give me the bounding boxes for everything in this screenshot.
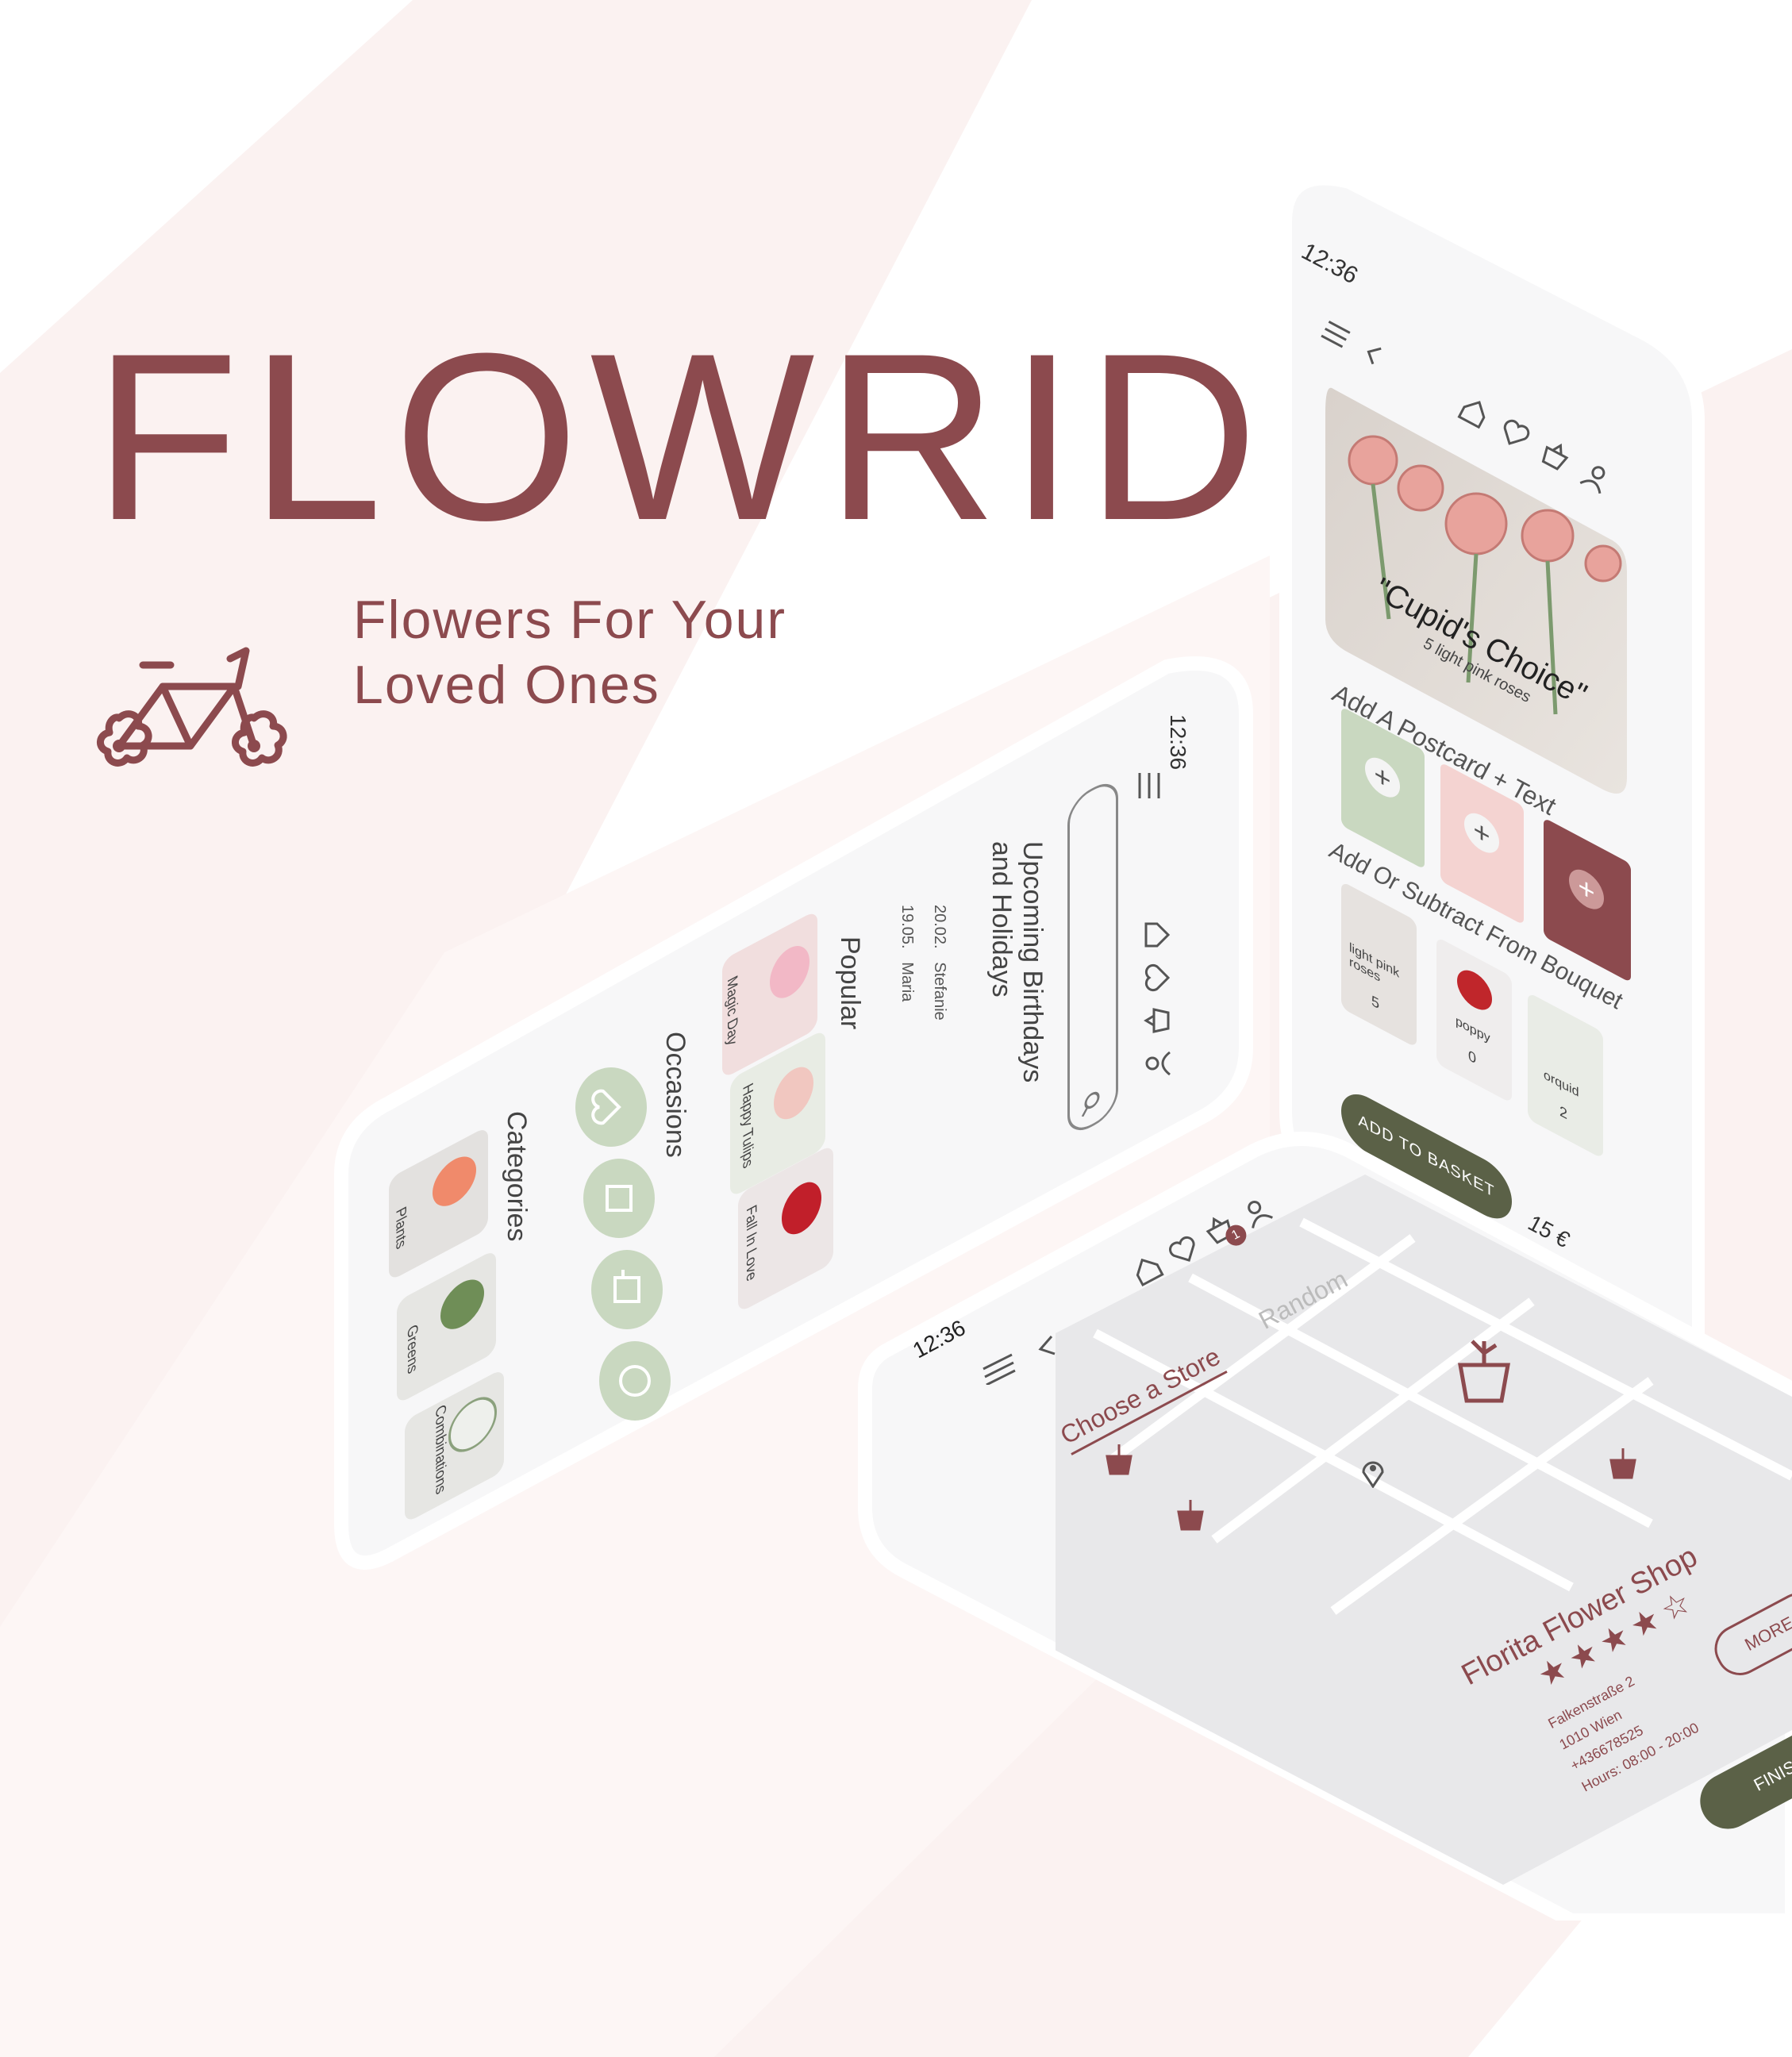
event-name: Maria — [898, 962, 916, 1002]
heart-icon — [591, 1089, 621, 1125]
store-marker-icon[interactable] — [1099, 1440, 1139, 1476]
baby-icon — [606, 1185, 633, 1212]
home-icon[interactable] — [1143, 921, 1171, 949]
popular-item-label: Magic Day — [725, 972, 741, 1049]
status-time: 12:36 — [1166, 714, 1190, 771]
user-icon[interactable] — [1143, 1049, 1171, 1078]
bouquet-item-label: light pink roses — [1349, 940, 1400, 986]
popular-heading: Popular — [835, 936, 865, 1030]
category-label: Greens — [405, 1321, 421, 1377]
brand-title: FLOWRIDE — [94, 303, 1440, 570]
tagline-line-1: Flowers For Your — [353, 590, 786, 650]
bouquet-item-label: orquid — [1544, 1067, 1579, 1101]
menu-icon[interactable] — [1135, 770, 1167, 802]
mid-icon-column — [1143, 921, 1171, 1078]
event-item[interactable]: 20.02. Stefanie — [930, 905, 948, 1021]
back-icon[interactable] — [1036, 1333, 1059, 1357]
plus-icon: + — [1569, 863, 1604, 917]
plus-icon: + — [1464, 805, 1499, 860]
store-marker-icon[interactable] — [1444, 1333, 1524, 1405]
occasion-apology-button[interactable] — [599, 1341, 671, 1421]
basket-icon[interactable] — [1143, 1006, 1171, 1035]
store-marker-icon[interactable] — [1171, 1496, 1210, 1532]
category-label: Combinations — [433, 1401, 449, 1498]
event-name: Stefanie — [931, 962, 948, 1021]
popular-item-label: Fall In Love — [744, 1202, 760, 1285]
menu-icon[interactable] — [980, 1353, 1020, 1385]
plus-icon: + — [1365, 750, 1400, 805]
events-list: 20.02. Stefanie 19.05. Maria — [898, 905, 948, 1021]
occasion-baby-button[interactable] — [583, 1159, 655, 1238]
cake-icon — [613, 1270, 640, 1303]
bouquet-item-count: 2 — [1559, 1102, 1568, 1123]
event-date: 20.02. — [931, 905, 948, 949]
search-icon — [1081, 1091, 1100, 1117]
phone-bottom — [858, 1132, 1792, 1921]
plant-image — [433, 1148, 476, 1215]
category-label: Plants — [393, 1203, 410, 1252]
upcoming-heading-line-1: Upcoming Birthdays — [1017, 841, 1048, 1083]
occasion-birthday-button[interactable] — [591, 1250, 663, 1329]
combination-image — [448, 1387, 497, 1462]
event-date: 19.05. — [898, 905, 916, 949]
occasion-love-button[interactable] — [575, 1067, 647, 1147]
popular-item-label: Happy Tulips — [740, 1080, 756, 1171]
bouquet-image — [770, 937, 809, 1007]
location-pin-icon[interactable] — [1357, 1456, 1389, 1488]
poppy-image — [1457, 963, 1492, 1017]
upcoming-heading: Upcoming Birthdays and Holidays — [986, 841, 1048, 1082]
search-input[interactable] — [1067, 774, 1118, 1140]
red-roses-image — [782, 1174, 821, 1243]
flower-bicycle-icon — [97, 647, 287, 767]
bouquet-item-label: poppy — [1456, 1013, 1490, 1046]
upcoming-heading-line-2: and Holidays — [986, 841, 1017, 998]
tulips-image — [774, 1059, 813, 1128]
categories-heading: Categories — [502, 1111, 532, 1242]
store-marker-icon[interactable] — [1603, 1444, 1643, 1480]
sorry-icon — [619, 1365, 651, 1397]
heart-icon[interactable] — [1143, 963, 1171, 992]
event-item[interactable]: 19.05. Maria — [898, 905, 916, 1021]
greens-image — [440, 1271, 484, 1338]
occasions-heading: Occasions — [660, 1032, 690, 1158]
bouquet-item-count: 0 — [1468, 1047, 1477, 1067]
bouquet-item-count: 5 — [1371, 992, 1380, 1013]
